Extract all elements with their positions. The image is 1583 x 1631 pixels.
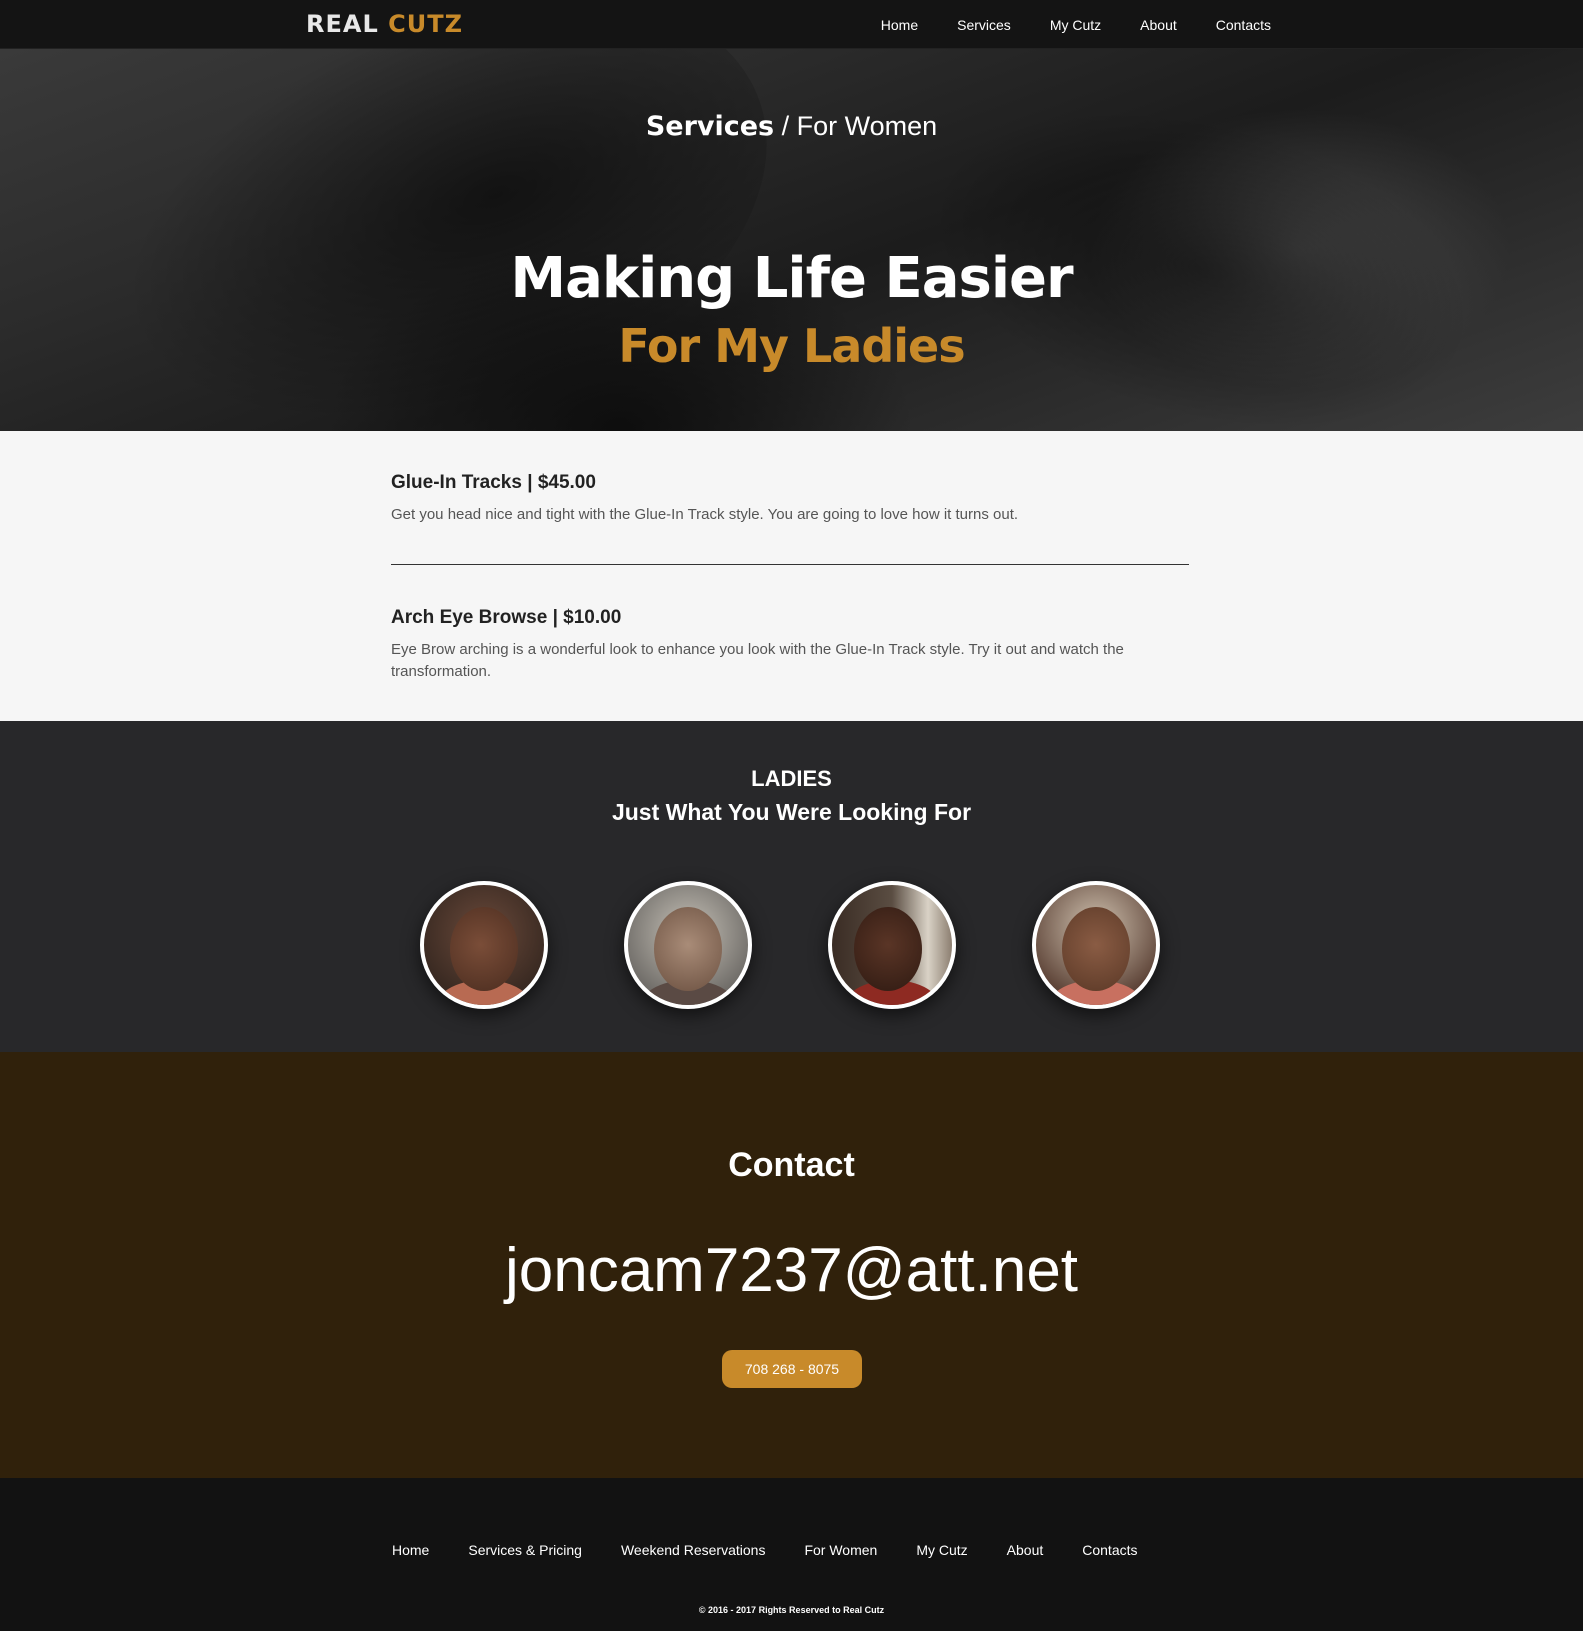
breadcrumb-section: Services — [645, 111, 775, 142]
hero-title: Making Life Easier — [510, 246, 1073, 311]
nav-contacts[interactable]: Contacts — [1216, 17, 1271, 33]
ladies-gallery: LADIES Just What You Were Looking For — [0, 721, 1583, 1052]
footer-link-home[interactable]: Home — [392, 1542, 429, 1558]
service-item: Glue-In Tracks | $45.00 Get you head nic… — [391, 472, 1189, 526]
gallery-photo[interactable] — [1032, 881, 1160, 1009]
top-navbar: REAL CUTZ Home Services My Cutz About Co… — [0, 0, 1583, 49]
hero-subtitle: For My Ladies — [618, 319, 965, 373]
gallery-photo[interactable] — [420, 881, 548, 1009]
breadcrumb: Services / For Women — [0, 111, 1583, 142]
hero-banner: Services / For Women Making Life Easier … — [0, 49, 1583, 431]
hero-background-shape — [29, 49, 831, 431]
services-list: Glue-In Tracks | $45.00 Get you head nic… — [0, 431, 1583, 721]
footer-link-about[interactable]: About — [1007, 1542, 1044, 1558]
gallery-photo[interactable] — [624, 881, 752, 1009]
service-description: Get you head nice and tight with the Glu… — [391, 506, 1019, 523]
footer-link-weekend-reservations[interactable]: Weekend Reservations — [621, 1542, 765, 1558]
contact-email[interactable]: joncam7237@att.net — [0, 1235, 1583, 1306]
gallery-subheading: Just What You Were Looking For — [611, 799, 972, 825]
brand-logo[interactable]: REAL CUTZ — [306, 10, 463, 38]
phone-button[interactable]: 708 268 - 8075 — [722, 1350, 862, 1388]
footer-link-contacts[interactable]: Contacts — [1082, 1542, 1137, 1558]
nav-home[interactable]: Home — [881, 17, 918, 33]
copyright: © 2016 - 2017 Rights Reserved to Real Cu… — [698, 1605, 885, 1615]
brand-word-1: REAL — [306, 10, 379, 38]
footer-link-services-pricing[interactable]: Services & Pricing — [468, 1542, 582, 1558]
contact-section: Contact joncam7237@att.net 708 268 - 807… — [0, 1052, 1583, 1478]
service-item: Arch Eye Browse | $10.00 Eye Brow archin… — [391, 607, 1189, 683]
footer-link-my-cutz[interactable]: My Cutz — [916, 1542, 967, 1558]
footer-nav: Home Services & Pricing Weekend Reservat… — [392, 1542, 1177, 1558]
nav-services[interactable]: Services — [957, 17, 1011, 33]
main-nav: Home Services My Cutz About Contacts — [842, 0, 1271, 49]
breadcrumb-page: / For Women — [774, 111, 938, 141]
divider — [391, 564, 1189, 565]
contact-heading: Contact — [728, 1146, 855, 1184]
gallery-heading: LADIES — [751, 766, 832, 791]
brand-word-2: CUTZ — [388, 10, 463, 38]
gallery-photo[interactable] — [828, 881, 956, 1009]
hero-background-shape — [868, 49, 1532, 431]
service-title: Arch Eye Browse | $10.00 — [391, 607, 622, 628]
service-description: Eye Brow arching is a wonderful look to … — [391, 641, 1124, 680]
footer-link-for-women[interactable]: For Women — [804, 1542, 877, 1558]
nav-my-cutz[interactable]: My Cutz — [1050, 17, 1101, 33]
nav-about[interactable]: About — [1140, 17, 1177, 33]
service-title: Glue-In Tracks | $45.00 — [391, 472, 596, 493]
footer: Home Services & Pricing Weekend Reservat… — [0, 1478, 1583, 1631]
